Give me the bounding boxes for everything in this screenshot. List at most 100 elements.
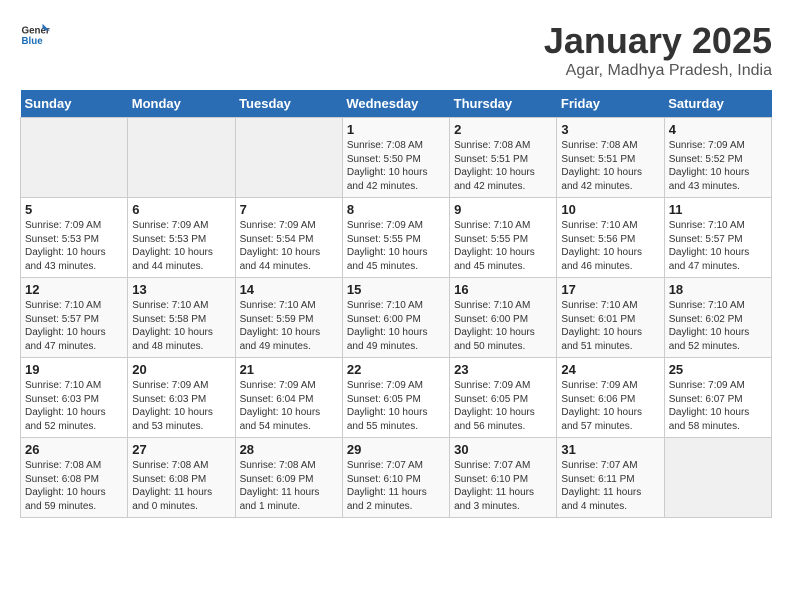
day-number: 20 bbox=[132, 362, 230, 377]
calendar-cell bbox=[21, 118, 128, 198]
calendar-cell: 19 Sunrise: 7:10 AMSunset: 6:03 PMDayligh… bbox=[21, 358, 128, 438]
day-number: 9 bbox=[454, 202, 552, 217]
calendar-cell: 9 Sunrise: 7:10 AMSunset: 5:55 PMDaylight… bbox=[450, 198, 557, 278]
day-info: Sunrise: 7:10 AMSunset: 6:00 PMDaylight:… bbox=[454, 299, 552, 353]
day-info: Sunrise: 7:08 AMSunset: 6:08 PMDaylight:… bbox=[132, 459, 230, 513]
col-thursday: Thursday bbox=[450, 90, 557, 118]
day-info: Sunrise: 7:10 AMSunset: 6:02 PMDaylight:… bbox=[669, 299, 767, 353]
day-number: 30 bbox=[454, 442, 552, 457]
day-info: Sunrise: 7:09 AMSunset: 6:04 PMDaylight:… bbox=[240, 379, 338, 433]
day-number: 28 bbox=[240, 442, 338, 457]
day-number: 4 bbox=[669, 122, 767, 137]
day-number: 16 bbox=[454, 282, 552, 297]
calendar-cell: 30 Sunrise: 7:07 AMSunset: 6:10 PMDayligh… bbox=[450, 438, 557, 518]
day-number: 7 bbox=[240, 202, 338, 217]
calendar-cell: 1 Sunrise: 7:08 AMSunset: 5:50 PMDaylight… bbox=[342, 118, 449, 198]
day-number: 29 bbox=[347, 442, 445, 457]
day-info: Sunrise: 7:10 AMSunset: 6:01 PMDaylight:… bbox=[561, 299, 659, 353]
calendar-cell: 16 Sunrise: 7:10 AMSunset: 6:00 PMDayligh… bbox=[450, 278, 557, 358]
calendar-cell: 5 Sunrise: 7:09 AMSunset: 5:53 PMDaylight… bbox=[21, 198, 128, 278]
calendar-body: 1 Sunrise: 7:08 AMSunset: 5:50 PMDaylight… bbox=[21, 118, 772, 518]
calendar-cell: 10 Sunrise: 7:10 AMSunset: 5:56 PMDayligh… bbox=[557, 198, 664, 278]
calendar-cell: 20 Sunrise: 7:09 AMSunset: 6:03 PMDayligh… bbox=[128, 358, 235, 438]
calendar-cell: 17 Sunrise: 7:10 AMSunset: 6:01 PMDayligh… bbox=[557, 278, 664, 358]
day-number: 3 bbox=[561, 122, 659, 137]
day-number: 2 bbox=[454, 122, 552, 137]
calendar-cell: 2Sunrise: 7:08 AMSunset: 5:51 PMDaylight… bbox=[450, 118, 557, 198]
calendar-cell: 15Sunrise: 7:10 AMSunset: 6:00 PMDayligh… bbox=[342, 278, 449, 358]
logo-icon: General Blue bbox=[20, 20, 50, 50]
day-number: 23 bbox=[454, 362, 552, 377]
day-number: 27 bbox=[132, 442, 230, 457]
calendar-cell: 26 Sunrise: 7:08 AMSunset: 6:08 PMDayligh… bbox=[21, 438, 128, 518]
calendar-cell: 3 Sunrise: 7:08 AMSunset: 5:51 PMDaylight… bbox=[557, 118, 664, 198]
calendar-title: January 2025 bbox=[544, 20, 772, 62]
calendar-cell: 21 Sunrise: 7:09 AMSunset: 6:04 PMDayligh… bbox=[235, 358, 342, 438]
day-number: 13 bbox=[132, 282, 230, 297]
day-info: Sunrise: 7:09 AMSunset: 5:53 PMDaylight:… bbox=[25, 219, 123, 273]
day-info: Sunrise: 7:10 AMSunset: 5:57 PMDaylight:… bbox=[25, 299, 123, 353]
day-number: 22 bbox=[347, 362, 445, 377]
logo: General Blue bbox=[20, 20, 50, 50]
calendar-week-row: 5 Sunrise: 7:09 AMSunset: 5:53 PMDaylight… bbox=[21, 198, 772, 278]
calendar-cell bbox=[664, 438, 771, 518]
col-tuesday: Tuesday bbox=[235, 90, 342, 118]
calendar-week-row: 1 Sunrise: 7:08 AMSunset: 5:50 PMDaylight… bbox=[21, 118, 772, 198]
day-info: Sunrise: 7:08 AMSunset: 5:51 PMDaylight:… bbox=[561, 139, 659, 193]
col-sunday: Sunday bbox=[21, 90, 128, 118]
day-info: Sunrise: 7:10 AMSunset: 5:56 PMDaylight:… bbox=[561, 219, 659, 273]
calendar-cell: 13Sunrise: 7:10 AMSunset: 5:58 PMDayligh… bbox=[128, 278, 235, 358]
day-number: 12 bbox=[25, 282, 123, 297]
day-number: 31 bbox=[561, 442, 659, 457]
calendar-table: Sunday Monday Tuesday Wednesday Thursday… bbox=[20, 90, 772, 518]
day-info: Sunrise: 7:07 AMSunset: 6:10 PMDaylight:… bbox=[347, 459, 445, 513]
header: General Blue January 2025 Agar, Madhya P… bbox=[20, 20, 772, 80]
calendar-cell: 27 Sunrise: 7:08 AMSunset: 6:08 PMDayligh… bbox=[128, 438, 235, 518]
svg-text:Blue: Blue bbox=[22, 36, 44, 47]
calendar-cell: 11Sunrise: 7:10 AMSunset: 5:57 PMDayligh… bbox=[664, 198, 771, 278]
day-number: 19 bbox=[25, 362, 123, 377]
calendar-cell: 22 Sunrise: 7:09 AMSunset: 6:05 PMDayligh… bbox=[342, 358, 449, 438]
calendar-cell: 14Sunrise: 7:10 AMSunset: 5:59 PMDayligh… bbox=[235, 278, 342, 358]
calendar-subtitle: Agar, Madhya Pradesh, India bbox=[544, 62, 772, 80]
day-number: 26 bbox=[25, 442, 123, 457]
day-number: 24 bbox=[561, 362, 659, 377]
day-number: 21 bbox=[240, 362, 338, 377]
calendar-cell: 28 Sunrise: 7:08 AMSunset: 6:09 PMDayligh… bbox=[235, 438, 342, 518]
day-info: Sunrise: 7:10 AMSunset: 6:00 PMDaylight:… bbox=[347, 299, 445, 353]
calendar-cell: 4 Sunrise: 7:09 AMSunset: 5:52 PMDaylight… bbox=[664, 118, 771, 198]
day-number: 5 bbox=[25, 202, 123, 217]
day-info: Sunrise: 7:10 AMSunset: 6:03 PMDaylight:… bbox=[25, 379, 123, 433]
day-info: Sunrise: 7:08 AMSunset: 6:08 PMDaylight:… bbox=[25, 459, 123, 513]
day-info: Sunrise: 7:07 AMSunset: 6:10 PMDaylight:… bbox=[454, 459, 552, 513]
day-info: Sunrise: 7:08 AMSunset: 5:50 PMDaylight:… bbox=[347, 139, 445, 193]
day-info: Sunrise: 7:09 AMSunset: 5:52 PMDaylight:… bbox=[669, 139, 767, 193]
col-saturday: Saturday bbox=[664, 90, 771, 118]
day-info: Sunrise: 7:08 AMSunset: 6:09 PMDaylight:… bbox=[240, 459, 338, 513]
calendar-cell: 31 Sunrise: 7:07 AMSunset: 6:11 PMDayligh… bbox=[557, 438, 664, 518]
day-info: Sunrise: 7:09 AMSunset: 5:53 PMDaylight:… bbox=[132, 219, 230, 273]
day-number: 1 bbox=[347, 122, 445, 137]
day-info: Sunrise: 7:09 AMSunset: 6:03 PMDaylight:… bbox=[132, 379, 230, 433]
day-number: 10 bbox=[561, 202, 659, 217]
day-info: Sunrise: 7:10 AMSunset: 5:55 PMDaylight:… bbox=[454, 219, 552, 273]
day-number: 14 bbox=[240, 282, 338, 297]
calendar-header-row: Sunday Monday Tuesday Wednesday Thursday… bbox=[21, 90, 772, 118]
calendar-cell: 29 Sunrise: 7:07 AMSunset: 6:10 PMDayligh… bbox=[342, 438, 449, 518]
day-info: Sunrise: 7:09 AMSunset: 6:05 PMDaylight:… bbox=[454, 379, 552, 433]
calendar-cell: 6 Sunrise: 7:09 AMSunset: 5:53 PMDaylight… bbox=[128, 198, 235, 278]
day-number: 8 bbox=[347, 202, 445, 217]
calendar-cell bbox=[235, 118, 342, 198]
day-number: 6 bbox=[132, 202, 230, 217]
calendar-week-row: 12 Sunrise: 7:10 AMSunset: 5:57 PMDayligh… bbox=[21, 278, 772, 358]
calendar-week-row: 19 Sunrise: 7:10 AMSunset: 6:03 PMDayligh… bbox=[21, 358, 772, 438]
day-number: 11 bbox=[669, 202, 767, 217]
title-area: January 2025 Agar, Madhya Pradesh, India bbox=[544, 20, 772, 80]
day-number: 18 bbox=[669, 282, 767, 297]
calendar-cell bbox=[128, 118, 235, 198]
day-number: 25 bbox=[669, 362, 767, 377]
day-info: Sunrise: 7:09 AMSunset: 6:05 PMDaylight:… bbox=[347, 379, 445, 433]
calendar-cell: 12 Sunrise: 7:10 AMSunset: 5:57 PMDayligh… bbox=[21, 278, 128, 358]
day-number: 17 bbox=[561, 282, 659, 297]
day-info: Sunrise: 7:07 AMSunset: 6:11 PMDaylight:… bbox=[561, 459, 659, 513]
